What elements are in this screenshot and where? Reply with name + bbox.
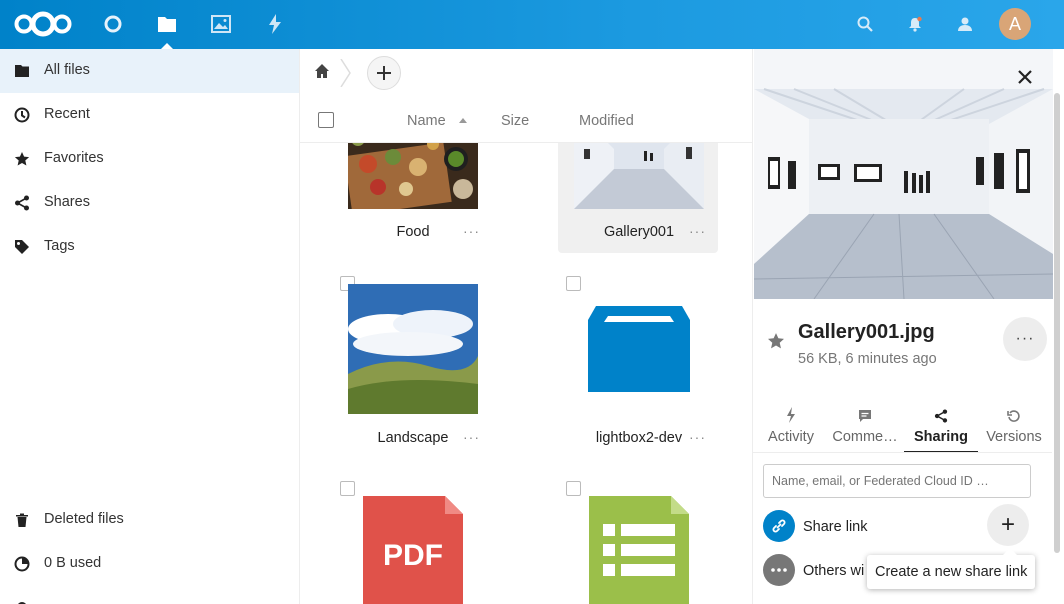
more-icon [771,568,787,572]
share-link-label: Share link [803,519,868,535]
dashboard-icon[interactable] [101,12,125,36]
breadcrumb-separator-icon [340,59,351,87]
star-icon [14,152,30,166]
tile-more-icon[interactable]: ··· [463,223,480,239]
tile-checkbox[interactable] [340,481,355,496]
details-more-button[interactable]: ··· [1003,317,1047,361]
nav-favorites[interactable]: Favorites [0,137,299,181]
contacts-icon[interactable] [953,12,977,36]
scrollbar-thumb[interactable] [1054,93,1060,553]
file-tile-pdf[interactable]: PDF [332,481,492,604]
add-share-link-button[interactable]: + [987,504,1029,546]
activity-icon [787,407,795,423]
home-icon[interactable] [314,63,330,79]
pdf-label: PDF [383,539,443,572]
create-share-link-tooltip: Create a new share link [867,548,1036,589]
tile-name: Food [396,224,430,240]
details-scrollbar[interactable] [1053,89,1061,559]
tab-comments[interactable]: Comme… [829,403,901,453]
tile-more-icon[interactable]: ··· [689,223,706,239]
tab-activity[interactable]: Activity [761,403,821,453]
share-link-avatar [763,510,795,542]
nav-label: All files [44,62,90,78]
select-all-checkbox[interactable] [318,112,334,128]
nav-label: Recent [44,106,90,122]
photos-app-icon[interactable] [209,12,233,36]
sort-ascending-icon [459,118,467,123]
nav-all-files[interactable]: All files [0,49,299,93]
column-header-size[interactable]: Size [501,113,529,129]
clock-icon [14,107,30,123]
nav-label: 0 B used [44,555,102,571]
comment-icon [859,410,871,422]
user-avatar[interactable]: A [999,8,1031,40]
gear-icon [18,602,26,604]
tile-name: lightbox2-dev [595,430,683,446]
tile-name: Landscape [377,430,449,446]
share-icon [934,409,948,423]
search-icon[interactable] [853,12,877,36]
column-header-modified[interactable]: Modified [579,113,634,129]
new-file-button[interactable] [367,56,401,90]
tile-checkbox[interactable] [566,276,581,291]
share-with-input[interactable] [763,464,1031,498]
details-file-meta: 56 KB, 6 minutes ago [798,351,937,367]
files-app-icon[interactable] [155,12,179,49]
history-icon [1007,410,1020,422]
favorite-star-icon[interactable] [767,332,785,350]
others-with-access-label[interactable]: Others wi [803,563,864,579]
spreadsheet-file-icon [589,496,689,604]
landscape-thumbnail [348,284,478,414]
tile-more-icon[interactable]: ··· [689,429,706,445]
trash-icon [16,513,28,527]
tab-versions[interactable]: Versions [983,403,1045,453]
files-navigation: All files Recent Favorites Shares Tags D… [0,49,300,604]
tag-icon [15,240,29,254]
tabs-divider [753,452,1052,453]
link-icon [772,519,786,533]
breadcrumb [300,49,752,97]
nav-shares[interactable]: Shares [0,181,299,225]
close-sidebar-button[interactable] [1015,67,1035,87]
notifications-bell-icon[interactable] [903,12,927,36]
app-header: A [0,0,1064,49]
tile-checkbox[interactable] [566,481,581,496]
tile-name: Gallery001 [603,224,675,240]
pdf-file-icon: PDF [363,496,463,604]
tab-label: Sharing [914,429,968,445]
file-preview-image [754,49,1053,299]
others-with-access-avatar[interactable] [763,554,795,586]
nav-label: Deleted files [44,511,124,527]
nav-label: Shares [44,194,90,210]
nav-label: Tags [44,238,75,254]
nav-recent[interactable]: Recent [0,93,299,137]
tab-sharing[interactable]: Sharing [904,403,978,453]
close-icon [1018,70,1032,84]
nav-tags[interactable]: Tags [0,225,299,269]
quota-pie-icon [14,556,30,572]
tile-more-icon[interactable]: ··· [463,429,480,445]
file-tile-lightbox2-dev[interactable]: lightbox2-dev ··· [558,276,718,456]
details-file-name: Gallery001.jpg [798,321,935,343]
share-icon [15,195,29,211]
column-header-name[interactable]: Name [407,113,446,129]
folder-icon [588,306,690,392]
file-details-sidebar: Gallery001.jpg 56 KB, 6 minutes ago ··· … [752,49,1064,604]
file-tile-spreadsheet[interactable] [558,481,718,604]
file-list-header: Name Size Modified [300,97,752,143]
tab-label: Activity [768,429,814,445]
nav-label: Favorites [44,150,104,166]
nextcloud-logo-icon[interactable] [12,9,74,39]
nav-settings-partial[interactable] [0,586,299,604]
nav-deleted-files[interactable]: Deleted files [0,498,299,542]
file-tile-landscape[interactable]: Landscape ··· [332,276,492,456]
folder-icon [15,65,29,77]
nav-quota: 0 B used [0,542,299,586]
activity-app-icon[interactable] [263,12,287,36]
file-list-area: Food ··· Gallery001 ··· Landscape ··· li… [300,49,752,604]
tab-label: Comme… [832,429,898,445]
tab-label: Versions [986,429,1042,445]
